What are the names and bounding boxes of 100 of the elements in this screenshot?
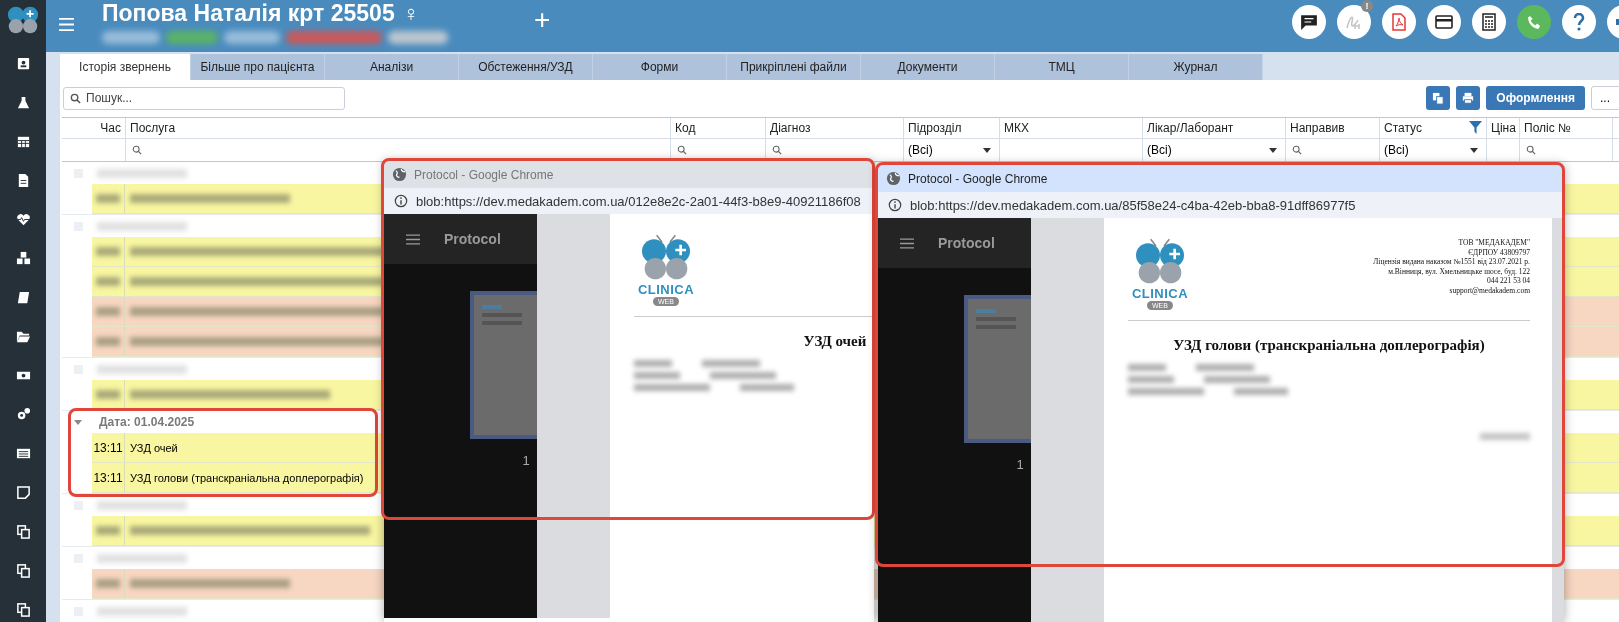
contact-card-icon[interactable] bbox=[15, 56, 31, 71]
tab[interactable]: Аналізи bbox=[325, 54, 459, 80]
column-header[interactable]: Послуга bbox=[126, 118, 671, 138]
column-header[interactable]: Діагноз bbox=[766, 118, 904, 138]
blurred-text bbox=[634, 372, 680, 379]
blurred-text bbox=[96, 277, 120, 286]
options-field[interactable]: ... bbox=[1591, 86, 1619, 110]
cubes-icon[interactable] bbox=[15, 251, 31, 266]
notification-badge: ! bbox=[1361, 0, 1373, 12]
filter-icon[interactable] bbox=[1469, 121, 1482, 134]
search-field[interactable]: Пошук... bbox=[63, 86, 345, 110]
column-filter-dropdown[interactable]: (Всі) bbox=[1380, 139, 1487, 161]
tab[interactable]: Журнал bbox=[1129, 54, 1263, 80]
calculator-button[interactable] bbox=[1472, 5, 1506, 39]
time-cell: 13:11 bbox=[92, 463, 125, 492]
search-icon bbox=[772, 145, 782, 155]
caret-icon bbox=[1269, 147, 1277, 153]
butterfly-logo-icon[interactable] bbox=[5, 4, 41, 36]
copy-icon[interactable] bbox=[15, 602, 31, 617]
globe-icon bbox=[392, 167, 407, 182]
column-filter-dropdown[interactable]: (Всі) bbox=[904, 139, 1000, 161]
copy-icon[interactable] bbox=[15, 524, 31, 539]
patient-name: Попова Наталія крт 25505 bbox=[102, 0, 395, 26]
print-button[interactable] bbox=[1456, 86, 1481, 110]
blurred-text bbox=[96, 526, 120, 535]
add-button[interactable]: + bbox=[534, 6, 551, 34]
copy-icon bbox=[1431, 91, 1445, 105]
tab[interactable]: Обстеження/УЗД bbox=[459, 54, 593, 80]
calculator-icon bbox=[1482, 13, 1496, 31]
gender-symbol: ♀ bbox=[402, 1, 420, 27]
blurred-text bbox=[96, 390, 120, 399]
blurred-text bbox=[96, 579, 120, 588]
format-button[interactable]: Оформлення bbox=[1486, 86, 1585, 110]
book-icon[interactable] bbox=[15, 290, 31, 305]
blurred-text bbox=[634, 360, 672, 367]
chat-icon bbox=[1300, 13, 1318, 31]
url-text: blob:https://dev.medakadem.com.ua/012e8e2c-2a01-44f3-b8e9-40921186f08 bbox=[416, 193, 861, 209]
caret-icon[interactable] bbox=[74, 419, 82, 425]
tab[interactable]: Прикріплені файли bbox=[727, 54, 861, 80]
column-filter-dropdown[interactable]: (Всі) bbox=[1143, 139, 1286, 161]
address-bar[interactable]: blob:https://dev.medakadem.com.ua/012e8e2c-2a01-44f3-b8e9-40921186f08 bbox=[384, 188, 874, 214]
tab[interactable]: Документи bbox=[861, 54, 995, 80]
column-header[interactable]: Лікар/Лаборант bbox=[1143, 118, 1286, 138]
help-icon bbox=[1573, 13, 1585, 31]
signature-button[interactable] bbox=[1337, 5, 1371, 39]
blurred-text bbox=[710, 372, 776, 379]
pdf-button[interactable] bbox=[1382, 5, 1416, 39]
tab[interactable]: Форми bbox=[593, 54, 727, 80]
flask-icon[interactable] bbox=[15, 95, 31, 110]
blurred-badge bbox=[102, 31, 160, 44]
url-text: blob:https://dev.medakadem.com.ua/85f58e24-c4ba-42eb-bba8-91dff86977f5 bbox=[910, 197, 1356, 213]
chat-button[interactable] bbox=[1292, 5, 1326, 39]
pdf-file-icon bbox=[1391, 13, 1407, 31]
butterfly-logo-icon bbox=[639, 234, 693, 282]
window-title: Protocol - Google Chrome bbox=[908, 171, 1048, 186]
blurred-text bbox=[1128, 376, 1174, 383]
list-icon[interactable] bbox=[15, 446, 31, 461]
calendar-icon[interactable] bbox=[15, 134, 31, 149]
column-header[interactable]: Код bbox=[671, 118, 766, 138]
column-header[interactable]: МКХ bbox=[1000, 118, 1143, 138]
card-button[interactable] bbox=[1427, 5, 1461, 39]
blurred-badge bbox=[166, 31, 218, 44]
blurred-text bbox=[96, 307, 120, 316]
blurred-text bbox=[96, 337, 120, 346]
blurred-text bbox=[1480, 433, 1530, 440]
column-header[interactable]: Ціна bbox=[1487, 118, 1520, 138]
column-header[interactable]: Статус bbox=[1380, 118, 1487, 138]
service-cell-text: УЗД голови (транскраніальна доплерографія) bbox=[129, 471, 364, 484]
search-icon bbox=[677, 145, 687, 155]
document-title: УЗД очей bbox=[802, 333, 868, 350]
menu-icon[interactable] bbox=[406, 233, 420, 245]
menu-icon[interactable] bbox=[900, 237, 914, 249]
phone-button[interactable] bbox=[1517, 5, 1551, 39]
blurred-text bbox=[1204, 376, 1270, 383]
column-header[interactable]: Направив bbox=[1286, 118, 1380, 138]
tab[interactable]: ТМЦ bbox=[995, 54, 1129, 80]
help-button[interactable] bbox=[1562, 5, 1596, 39]
blurred-text bbox=[96, 247, 120, 256]
folder-icon[interactable] bbox=[15, 329, 31, 344]
blurred-text bbox=[96, 194, 120, 203]
column-header[interactable]: Час bbox=[62, 118, 126, 138]
column-header[interactable]: Поліс № bbox=[1520, 118, 1613, 138]
heart-pulse-icon[interactable] bbox=[15, 212, 31, 227]
address-bar[interactable]: blob:https://dev.medakadem.com.ua/85f58e24-c4ba-42eb-bba8-91dff86977f5 bbox=[878, 192, 1564, 218]
note-icon[interactable] bbox=[15, 485, 31, 500]
copy-icon[interactable] bbox=[15, 563, 31, 578]
gears-icon[interactable] bbox=[15, 407, 31, 422]
copy-records-button[interactable] bbox=[1426, 86, 1451, 110]
tab[interactable]: Історія звернень bbox=[60, 54, 191, 80]
viewer-title: Protocol bbox=[938, 235, 995, 251]
column-header[interactable]: Підрозділ bbox=[904, 118, 1000, 138]
service-cell-text: УЗД очей bbox=[129, 441, 178, 454]
viewer-title: Protocol bbox=[444, 231, 501, 247]
tab[interactable]: Більше про пацієнта bbox=[191, 54, 325, 80]
globe-icon bbox=[886, 171, 901, 186]
caret-icon bbox=[983, 147, 991, 153]
blurred-badge bbox=[224, 31, 280, 44]
blurred-badge bbox=[388, 31, 448, 44]
caret-icon bbox=[1470, 147, 1478, 153]
blurred-text bbox=[702, 360, 760, 367]
